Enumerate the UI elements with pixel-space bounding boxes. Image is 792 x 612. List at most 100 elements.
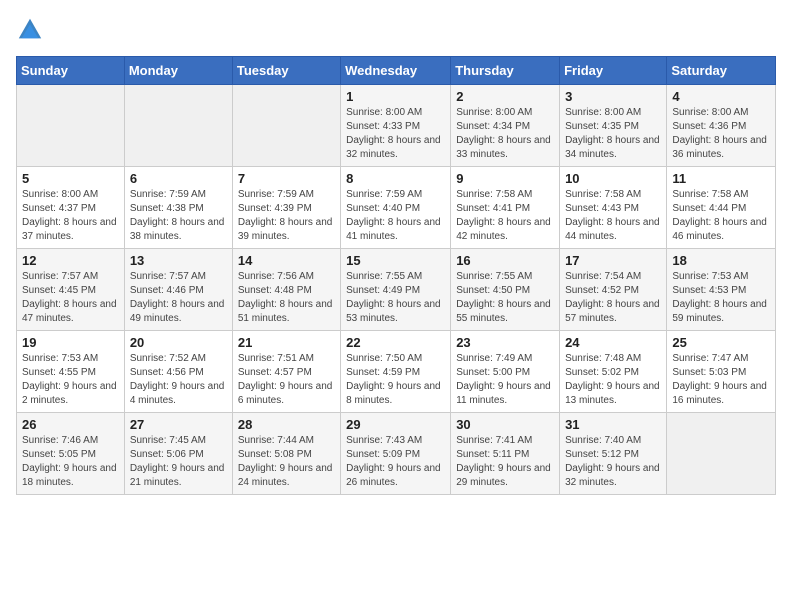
calendar-cell bbox=[232, 85, 340, 167]
day-number: 22 bbox=[346, 335, 445, 350]
day-info: Sunrise: 7:58 AM Sunset: 4:41 PM Dayligh… bbox=[456, 188, 554, 244]
day-number: 17 bbox=[565, 253, 661, 268]
calendar-cell: 10 Sunrise: 7:58 AM Sunset: 4:43 PM Dayli… bbox=[560, 167, 667, 249]
calendar-cell: 16 Sunrise: 7:55 AM Sunset: 4:50 PM Dayli… bbox=[451, 249, 560, 331]
week-row-2: 5 Sunrise: 8:00 AM Sunset: 4:37 PM Daylig… bbox=[17, 167, 776, 249]
week-row-1: 1 Sunrise: 8:00 AM Sunset: 4:33 PM Daylig… bbox=[17, 85, 776, 167]
day-number: 20 bbox=[130, 335, 227, 350]
day-info: Sunrise: 7:40 AM Sunset: 5:12 PM Dayligh… bbox=[565, 434, 661, 490]
day-number: 13 bbox=[130, 253, 227, 268]
day-info: Sunrise: 7:58 AM Sunset: 4:44 PM Dayligh… bbox=[672, 188, 770, 244]
day-number: 26 bbox=[22, 417, 119, 432]
day-number: 21 bbox=[238, 335, 335, 350]
calendar-cell: 18 Sunrise: 7:53 AM Sunset: 4:53 PM Dayli… bbox=[667, 249, 776, 331]
day-number: 16 bbox=[456, 253, 554, 268]
calendar-cell: 12Sunrise: 7:57 AM Sunset: 4:45 PM Dayli… bbox=[17, 249, 125, 331]
day-info: Sunrise: 7:47 AM Sunset: 5:03 PM Dayligh… bbox=[672, 352, 770, 408]
day-info: Sunrise: 7:43 AM Sunset: 5:09 PM Dayligh… bbox=[346, 434, 445, 490]
day-info: Sunrise: 7:53 AM Sunset: 4:53 PM Dayligh… bbox=[672, 270, 770, 326]
day-info: Sunrise: 8:00 AM Sunset: 4:34 PM Dayligh… bbox=[456, 106, 554, 162]
day-info: Sunrise: 7:53 AM Sunset: 4:55 PM Dayligh… bbox=[22, 352, 119, 408]
day-number: 8 bbox=[346, 171, 445, 186]
calendar-cell: 24 Sunrise: 7:48 AM Sunset: 5:02 PM Dayli… bbox=[560, 331, 667, 413]
day-number: 18 bbox=[672, 253, 770, 268]
weekday-header-monday: Monday bbox=[124, 57, 232, 85]
day-info: Sunrise: 7:58 AM Sunset: 4:43 PM Dayligh… bbox=[565, 188, 661, 244]
day-info: Sunrise: 7:59 AM Sunset: 4:40 PM Dayligh… bbox=[346, 188, 445, 244]
calendar-cell: 11 Sunrise: 7:58 AM Sunset: 4:44 PM Dayli… bbox=[667, 167, 776, 249]
day-info: Sunrise: 7:59 AM Sunset: 4:39 PM Dayligh… bbox=[238, 188, 335, 244]
day-number: 28 bbox=[238, 417, 335, 432]
calendar-cell: 19Sunrise: 7:53 AM Sunset: 4:55 PM Dayli… bbox=[17, 331, 125, 413]
weekday-header-saturday: Saturday bbox=[667, 57, 776, 85]
day-info: Sunrise: 7:45 AM Sunset: 5:06 PM Dayligh… bbox=[130, 434, 227, 490]
day-info: Sunrise: 7:54 AM Sunset: 4:52 PM Dayligh… bbox=[565, 270, 661, 326]
calendar-cell: 28Sunrise: 7:44 AM Sunset: 5:08 PM Dayli… bbox=[232, 413, 340, 495]
calendar-cell bbox=[124, 85, 232, 167]
day-number: 31 bbox=[565, 417, 661, 432]
calendar-cell: 25 Sunrise: 7:47 AM Sunset: 5:03 PM Dayli… bbox=[667, 331, 776, 413]
day-info: Sunrise: 7:51 AM Sunset: 4:57 PM Dayligh… bbox=[238, 352, 335, 408]
day-number: 23 bbox=[456, 335, 554, 350]
calendar-cell: 9 Sunrise: 7:58 AM Sunset: 4:41 PM Daylig… bbox=[451, 167, 560, 249]
calendar-cell: 20 Sunrise: 7:52 AM Sunset: 4:56 PM Dayli… bbox=[124, 331, 232, 413]
day-number: 1 bbox=[346, 89, 445, 104]
calendar-cell: 14 Sunrise: 7:56 AM Sunset: 4:48 PM Dayli… bbox=[232, 249, 340, 331]
week-row-5: 26Sunrise: 7:46 AM Sunset: 5:05 PM Dayli… bbox=[17, 413, 776, 495]
calendar-cell: 3 Sunrise: 8:00 AM Sunset: 4:35 PM Daylig… bbox=[560, 85, 667, 167]
calendar-cell: 8 Sunrise: 7:59 AM Sunset: 4:40 PM Daylig… bbox=[341, 167, 451, 249]
day-number: 10 bbox=[565, 171, 661, 186]
calendar-cell: 30 Sunrise: 7:41 AM Sunset: 5:11 PM Dayli… bbox=[451, 413, 560, 495]
day-number: 4 bbox=[672, 89, 770, 104]
day-info: Sunrise: 7:57 AM Sunset: 4:46 PM Dayligh… bbox=[130, 270, 227, 326]
day-info: Sunrise: 8:00 AM Sunset: 4:35 PM Dayligh… bbox=[565, 106, 661, 162]
day-number: 25 bbox=[672, 335, 770, 350]
calendar-cell: 21 Sunrise: 7:51 AM Sunset: 4:57 PM Dayli… bbox=[232, 331, 340, 413]
day-number: 7 bbox=[238, 171, 335, 186]
calendar-table: SundayMondayTuesdayWednesdayThursdayFrid… bbox=[16, 56, 776, 495]
day-number: 6 bbox=[130, 171, 227, 186]
day-info: Sunrise: 8:00 AM Sunset: 4:37 PM Dayligh… bbox=[22, 188, 119, 244]
calendar-cell bbox=[17, 85, 125, 167]
day-number: 29 bbox=[346, 417, 445, 432]
week-row-3: 12Sunrise: 7:57 AM Sunset: 4:45 PM Dayli… bbox=[17, 249, 776, 331]
calendar-cell: 7 Sunrise: 7:59 AM Sunset: 4:39 PM Daylig… bbox=[232, 167, 340, 249]
weekday-header-row: SundayMondayTuesdayWednesdayThursdayFrid… bbox=[17, 57, 776, 85]
day-info: Sunrise: 7:59 AM Sunset: 4:38 PM Dayligh… bbox=[130, 188, 227, 244]
calendar-cell: 27 Sunrise: 7:45 AM Sunset: 5:06 PM Dayli… bbox=[124, 413, 232, 495]
week-row-4: 19Sunrise: 7:53 AM Sunset: 4:55 PM Dayli… bbox=[17, 331, 776, 413]
day-info: Sunrise: 7:56 AM Sunset: 4:48 PM Dayligh… bbox=[238, 270, 335, 326]
calendar-cell: 2 Sunrise: 8:00 AM Sunset: 4:34 PM Daylig… bbox=[451, 85, 560, 167]
day-info: Sunrise: 7:48 AM Sunset: 5:02 PM Dayligh… bbox=[565, 352, 661, 408]
day-number: 11 bbox=[672, 171, 770, 186]
day-number: 9 bbox=[456, 171, 554, 186]
weekday-header-sunday: Sunday bbox=[17, 57, 125, 85]
logo bbox=[16, 16, 48, 44]
day-number: 14 bbox=[238, 253, 335, 268]
day-info: Sunrise: 7:52 AM Sunset: 4:56 PM Dayligh… bbox=[130, 352, 227, 408]
weekday-header-thursday: Thursday bbox=[451, 57, 560, 85]
day-number: 15 bbox=[346, 253, 445, 268]
day-info: Sunrise: 7:55 AM Sunset: 4:49 PM Dayligh… bbox=[346, 270, 445, 326]
calendar-cell: 1 Sunrise: 8:00 AM Sunset: 4:33 PM Daylig… bbox=[341, 85, 451, 167]
day-number: 27 bbox=[130, 417, 227, 432]
day-info: Sunrise: 7:41 AM Sunset: 5:11 PM Dayligh… bbox=[456, 434, 554, 490]
day-info: Sunrise: 7:55 AM Sunset: 4:50 PM Dayligh… bbox=[456, 270, 554, 326]
weekday-header-friday: Friday bbox=[560, 57, 667, 85]
day-number: 24 bbox=[565, 335, 661, 350]
day-info: Sunrise: 8:00 AM Sunset: 4:36 PM Dayligh… bbox=[672, 106, 770, 162]
day-number: 3 bbox=[565, 89, 661, 104]
calendar-cell: 15 Sunrise: 7:55 AM Sunset: 4:49 PM Dayli… bbox=[341, 249, 451, 331]
day-number: 2 bbox=[456, 89, 554, 104]
day-number: 12 bbox=[22, 253, 119, 268]
calendar-cell bbox=[667, 413, 776, 495]
calendar-cell: 13 Sunrise: 7:57 AM Sunset: 4:46 PM Dayli… bbox=[124, 249, 232, 331]
day-number: 30 bbox=[456, 417, 554, 432]
calendar-cell: 5 Sunrise: 8:00 AM Sunset: 4:37 PM Daylig… bbox=[17, 167, 125, 249]
weekday-header-tuesday: Tuesday bbox=[232, 57, 340, 85]
day-info: Sunrise: 8:00 AM Sunset: 4:33 PM Dayligh… bbox=[346, 106, 445, 162]
page-header bbox=[16, 16, 776, 44]
day-info: Sunrise: 7:50 AM Sunset: 4:59 PM Dayligh… bbox=[346, 352, 445, 408]
day-number: 5 bbox=[22, 171, 119, 186]
logo-icon bbox=[16, 16, 44, 44]
